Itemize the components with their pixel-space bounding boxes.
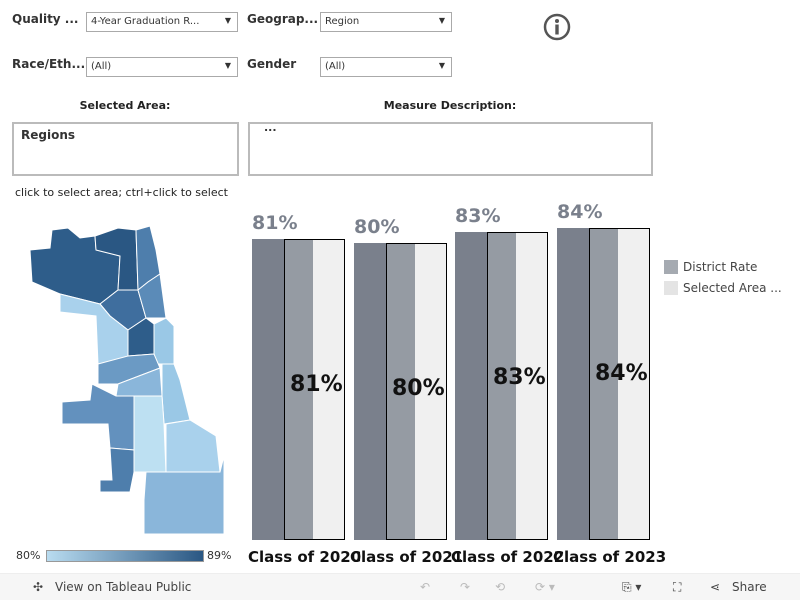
download-icon[interactable]: ⎘ ▾	[622, 580, 641, 595]
redo-icon[interactable]: ↷	[460, 580, 470, 594]
background-bar[interactable]	[557, 228, 589, 540]
legend-swatch-district-rate	[664, 260, 678, 274]
background-bar[interactable]	[354, 243, 386, 540]
share-icon[interactable]: ⋖	[710, 580, 720, 594]
tableau-logo-icon: ✣	[33, 580, 44, 594]
x-axis-label: Class of 2021	[350, 548, 464, 566]
inner-value-label: 84%	[595, 361, 648, 387]
bar-chart: 81% 81% Class of 2020 80% 80% Class of 2021 83…	[0, 0, 800, 573]
share-button[interactable]: Share	[732, 580, 767, 594]
revert-icon[interactable]: ⟲	[495, 580, 505, 594]
legend-label-selected-area: Selected Area ...	[683, 281, 782, 295]
x-axis-label: Class of 2020	[248, 548, 362, 566]
x-axis-label: Class of 2023	[553, 548, 667, 566]
legend-swatch-selected-area	[664, 281, 678, 295]
background-bar[interactable]	[455, 232, 487, 540]
top-value-label: 80%	[354, 216, 400, 239]
top-value-label: 83%	[455, 205, 501, 228]
legend-label-district-rate: District Rate	[683, 260, 758, 274]
fullscreen-icon[interactable]: ⛶	[673, 580, 681, 595]
refresh-icon[interactable]: ⟳ ▾	[535, 580, 555, 594]
background-bar[interactable]	[252, 239, 284, 540]
inner-value-label: 83%	[493, 365, 546, 391]
undo-icon[interactable]: ↶	[420, 580, 430, 594]
inner-value-label: 81%	[290, 372, 343, 398]
top-value-label: 84%	[557, 201, 603, 224]
tableau-toolbar: ✣ View on Tableau Public ↶ ↷ ⟲ ⟳ ▾ ⎘ ▾ ⛶…	[0, 573, 800, 600]
top-value-label: 81%	[252, 212, 298, 235]
x-axis-label: Class of 2022	[451, 548, 565, 566]
view-on-tableau-link[interactable]: View on Tableau Public	[55, 580, 191, 594]
inner-value-label: 80%	[392, 376, 445, 402]
